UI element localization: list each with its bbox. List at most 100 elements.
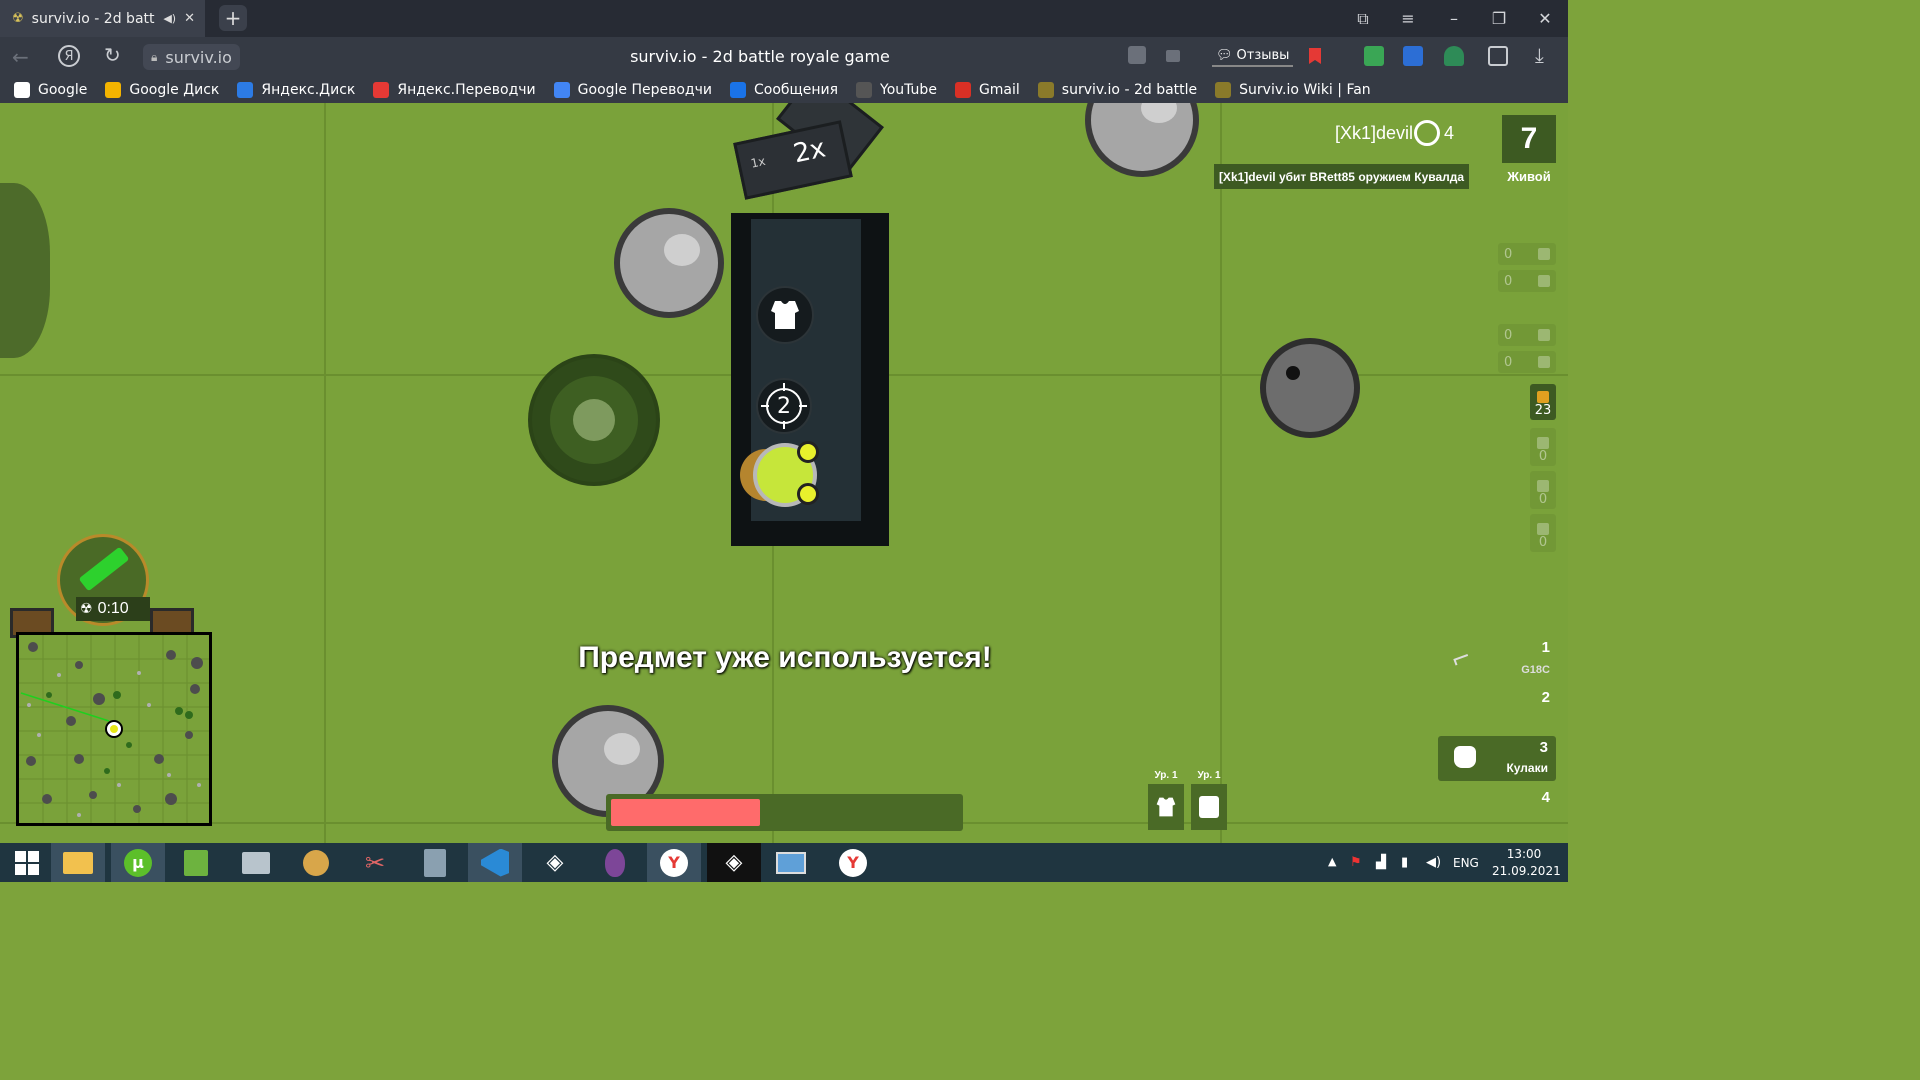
weapon-slot-4-number: 4: [1541, 789, 1550, 806]
backpack-slot[interactable]: [1191, 784, 1227, 830]
tab-sound-icon[interactable]: ◀): [163, 12, 176, 25]
minimize-icon[interactable]: –: [1431, 0, 1477, 37]
tray-language[interactable]: ENG: [1453, 856, 1479, 870]
inventory-slot[interactable]: 0: [1498, 324, 1556, 346]
player-hand: [797, 441, 819, 463]
bookmark-favicon-icon: [729, 82, 746, 98]
bookmark-item[interactable]: Яндекс.Переводчи: [364, 82, 544, 98]
app-button[interactable]: [169, 843, 223, 882]
bookmark-item[interactable]: Surviv.io Wiki | Fan: [1206, 82, 1380, 98]
bookmark-item[interactable]: Google Диск: [96, 82, 228, 98]
windows-icon: [15, 850, 39, 875]
bookmark-icon[interactable]: [1309, 48, 1321, 64]
app-button[interactable]: [289, 843, 343, 882]
tab-favicon-icon: ☢: [12, 11, 24, 26]
yandex-browser-icon: Y: [660, 848, 688, 877]
back-icon[interactable]: ←: [12, 45, 29, 69]
bookmark-item[interactable]: YouTube: [847, 82, 946, 98]
monitor-icon: [242, 851, 270, 874]
collections-icon[interactable]: [1488, 46, 1508, 66]
inventory-item-icon: [1538, 329, 1550, 341]
ammo-loot[interactable]: 2: [756, 378, 812, 434]
feedback-button[interactable]: 💬︎ Отзывы: [1212, 45, 1294, 67]
inventory-slot[interactable]: 23: [1530, 384, 1556, 420]
tabs-list-icon[interactable]: ⧉: [1340, 0, 1386, 37]
menu-icon[interactable]: ≡: [1385, 0, 1431, 37]
tray-chevron-icon[interactable]: ▲: [1328, 855, 1336, 868]
explorer-button[interactable]: [51, 843, 105, 882]
address-field[interactable]: 🔒︎ surviv.io: [143, 44, 240, 70]
bookmark-favicon-icon: [14, 82, 30, 98]
inventory-item-icon: [1538, 248, 1550, 260]
feedback-label: Отзывы: [1236, 47, 1290, 63]
tab-close-icon[interactable]: ✕: [184, 11, 195, 26]
app-button[interactable]: [408, 843, 462, 882]
restore-icon[interactable]: ❐: [1476, 0, 1522, 37]
translate-ext-icon[interactable]: [1403, 46, 1423, 66]
minimap[interactable]: [16, 632, 212, 826]
vscode-icon: [481, 848, 509, 877]
browser-tab-bar: ☢ surviv.io - 2d battle ro ◀) ✕ + ⧉ ≡ – …: [0, 0, 1568, 37]
bookmark-item[interactable]: Google Переводчи: [545, 82, 721, 98]
shield-ext-icon[interactable]: [1444, 46, 1464, 66]
bookmark-label: Google: [38, 82, 88, 98]
inventory-slot[interactable]: 0: [1530, 428, 1556, 466]
tray-time[interactable]: 13:00: [1496, 847, 1552, 861]
killer-name: [Xk1]devil: [1335, 123, 1414, 143]
yandex-icon[interactable]: Я: [58, 45, 80, 67]
vest-slot[interactable]: [1148, 784, 1184, 830]
unity-button[interactable]: ◈: [528, 843, 582, 882]
tor-icon: [605, 848, 625, 877]
inventory-item-icon: [1538, 356, 1550, 368]
utorrent-button[interactable]: µ: [111, 843, 165, 882]
weapon-slot-3-number: 3: [1539, 739, 1548, 756]
inventory-item-icon: [1537, 480, 1549, 492]
weapon-slot-3[interactable]: 3 Кулаки: [1438, 736, 1556, 781]
pistol-icon: ⌐: [1446, 641, 1476, 676]
app-button[interactable]: ✂: [348, 843, 402, 882]
bookmark-item[interactable]: Сообщения: [721, 82, 847, 98]
bookmark-item[interactable]: Gmail: [946, 82, 1029, 98]
game-canvas[interactable]: 1x 2x 2 [Xk1]devil 4 7 Живой [Xk1]devil …: [0, 103, 1568, 843]
inventory-slot[interactable]: 0: [1498, 270, 1556, 292]
yandex-browser-button-2[interactable]: Y: [826, 843, 880, 882]
tray-network-icon[interactable]: ▟: [1376, 855, 1386, 870]
inventory-slot[interactable]: 0: [1530, 514, 1556, 552]
unity-hub-button[interactable]: ◈: [707, 843, 761, 882]
scope-loot[interactable]: 1x 2x: [733, 120, 853, 200]
start-button[interactable]: [0, 843, 54, 882]
browser-tab[interactable]: ☢ surviv.io - 2d battle ro ◀) ✕: [0, 0, 205, 37]
tab-title: surviv.io - 2d battle ro: [31, 10, 156, 27]
vest-loot[interactable]: [756, 286, 814, 344]
photos-button[interactable]: [764, 843, 818, 882]
bookmark-label: Яндекс.Переводчи: [397, 82, 536, 98]
tray-flag-icon[interactable]: ⚑: [1350, 855, 1362, 870]
reload-icon[interactable]: ↻: [104, 43, 121, 67]
inventory-slot[interactable]: 0: [1498, 351, 1556, 373]
inventory-slot[interactable]: 0: [1530, 471, 1556, 509]
vscode-button[interactable]: [468, 843, 522, 882]
bookmark-item[interactable]: surviv.io - 2d battle: [1029, 82, 1206, 98]
bookmark-label: Google Диск: [129, 82, 220, 98]
tray-date[interactable]: 21.09.2021: [1492, 864, 1561, 878]
tray-battery-icon[interactable]: ▮: [1401, 855, 1408, 870]
yandex-browser-icon: Y: [839, 848, 867, 877]
tray-volume-icon[interactable]: ◀): [1426, 855, 1441, 870]
downloads-icon[interactable]: ⤓: [1535, 43, 1544, 67]
download-ext-icon[interactable]: [1364, 46, 1384, 66]
inventory-count: 0: [1504, 354, 1513, 370]
tor-button[interactable]: [588, 843, 642, 882]
yandex-browser-button[interactable]: Y: [647, 843, 701, 882]
bookmark-item[interactable]: Google: [0, 82, 96, 98]
address-text: surviv.io: [165, 47, 232, 67]
inventory-slot[interactable]: 0: [1498, 243, 1556, 265]
app-button[interactable]: [229, 843, 283, 882]
notepad-icon: [184, 849, 208, 876]
new-tab-button[interactable]: +: [219, 5, 247, 31]
comments-icon[interactable]: [1166, 50, 1180, 62]
protect-icon[interactable]: [1128, 46, 1146, 64]
close-window-icon[interactable]: ✕: [1522, 0, 1568, 37]
armor-level-2: Ур. 1: [1197, 770, 1221, 781]
kills-icon: [1414, 120, 1440, 146]
bookmark-item[interactable]: Яндекс.Диск: [228, 82, 364, 98]
